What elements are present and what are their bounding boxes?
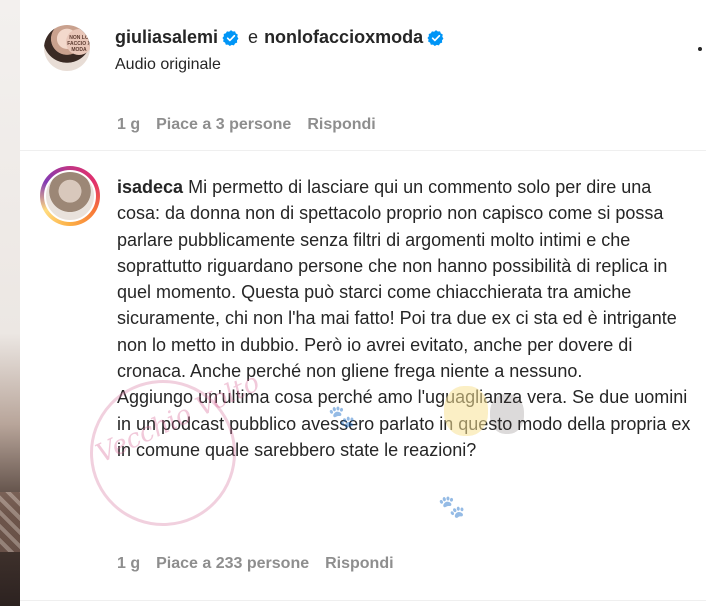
author-conjunction: e xyxy=(248,27,259,47)
author-avatar[interactable]: NON LO FACCIO X MODA xyxy=(44,25,90,71)
comment-actions: 1 g Piace a 233 persone Rispondi xyxy=(117,555,394,573)
background-strip xyxy=(0,0,20,606)
author-username-2[interactable]: nonlofaccioxmoda xyxy=(264,27,423,48)
reply-button[interactable]: Rispondi xyxy=(307,116,375,134)
likes-count[interactable]: Piace a 3 persone xyxy=(156,116,291,134)
comment-actions: 1 g Piace a 3 persone Rispondi xyxy=(117,116,376,134)
verified-badge-icon xyxy=(222,29,239,46)
comment-body: isadeca Mi permetto di lasciare qui un c… xyxy=(117,174,692,463)
author-names: giuliasalemi e nonlofaccioxmoda xyxy=(115,27,449,48)
comments-panel: NON LO FACCIO X MODA giuliasalemi e nonl… xyxy=(20,0,706,606)
comment-time: 1 g xyxy=(117,555,141,572)
reply-button[interactable]: Rispondi xyxy=(325,555,393,573)
comment-text: Mi permetto di lasciare qui un commento … xyxy=(117,177,677,382)
more-options-icon[interactable] xyxy=(698,47,702,51)
divider xyxy=(20,600,706,601)
commenter-username[interactable]: isadeca xyxy=(117,177,183,197)
verified-badge-icon xyxy=(427,29,444,46)
commenter-avatar[interactable] xyxy=(44,170,96,222)
comment-paragraph: Aggiungo un'ultima cosa perché amo l'ugu… xyxy=(117,387,691,460)
author-username-1[interactable]: giuliasalemi xyxy=(115,27,218,48)
post-header: NON LO FACCIO X MODA giuliasalemi e nonl… xyxy=(20,0,706,100)
background-pattern xyxy=(0,492,20,552)
avatar-badge: NON LO FACCIO X MODA xyxy=(66,29,90,55)
comment-time: 1 g xyxy=(117,116,141,133)
likes-count[interactable]: Piace a 233 persone xyxy=(156,555,309,573)
audio-label[interactable]: Audio originale xyxy=(115,56,221,74)
paw-icon: 🐾 xyxy=(438,494,466,519)
comment-paragraph: isadeca Mi permetto di lasciare qui un c… xyxy=(117,174,692,384)
divider xyxy=(20,150,706,151)
